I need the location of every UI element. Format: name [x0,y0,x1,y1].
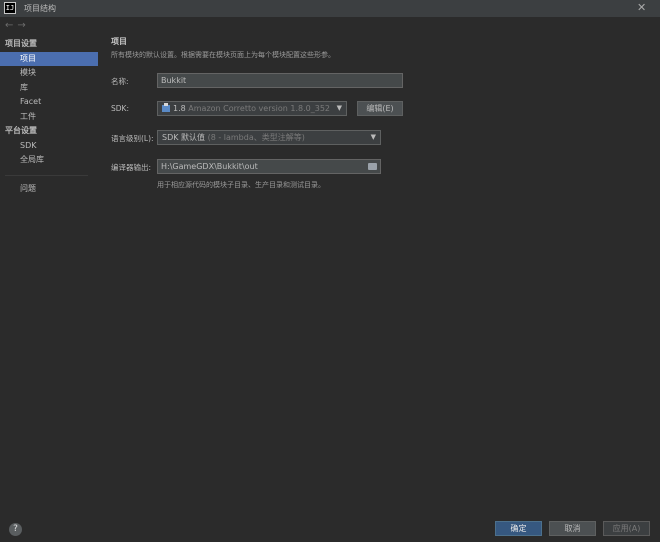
ok-button[interactable]: 确定 [495,521,542,536]
language-level-label: 语言级别(L): [111,134,154,143]
language-level-detail: (8 - lambda、类型注解等) [207,133,305,142]
navigation-arrows: ← → [5,20,30,31]
sidebar-item-artifacts[interactable]: 工件 [0,110,98,125]
compiler-output-path: H:\GameGDX\Bukkit\out [161,162,258,171]
help-icon[interactable]: ? [9,523,22,536]
sdk-folder-icon [162,103,170,112]
sidebar-divider [5,174,88,176]
chevron-down-icon: ▼ [336,104,342,112]
panel-description: 所有模块的默认设置。根据需要在模块页面上为每个模块配置这些形参。 [111,51,335,59]
sidebar: 项目设置 项目 模块 库 Facet 工件 平台设置 SDK 全局库 问题 [0,37,98,196]
folder-icon[interactable] [368,163,377,170]
sidebar-item-libraries[interactable]: 库 [0,81,98,96]
intellij-logo-icon: IJ [4,2,16,14]
cancel-button[interactable]: 取消 [549,521,596,536]
sidebar-item-global-libraries[interactable]: 全局库 [0,153,98,168]
language-level-dropdown[interactable]: SDK 默认值 (8 - lambda、类型注解等) ▼ [157,130,381,145]
name-label: 名称: [111,77,129,86]
sidebar-item-problems[interactable]: 问题 [0,182,98,197]
compiler-output-input[interactable]: H:\GameGDX\Bukkit\out [157,159,381,174]
sdk-dropdown[interactable]: 1.8 Amazon Corretto version 1.8.0_352 ▼ [157,101,347,116]
chevron-down-icon: ▼ [370,133,376,141]
sidebar-item-sdk[interactable]: SDK [0,139,98,154]
apply-button[interactable]: 应用(A) [603,521,650,536]
sdk-label: SDK: [111,104,129,113]
edit-sdk-button[interactable]: 编辑(E) [357,101,403,116]
title-bar: IJ 项目结构 ✕ [0,0,660,17]
window-title: 项目结构 [24,4,56,13]
sdk-detail: Amazon Corretto version 1.8.0_352 [188,104,330,113]
language-level-value: SDK 默认值 [162,133,206,142]
project-name-input[interactable]: Bukkit [157,73,403,88]
panel-title: 项目 [111,37,127,46]
back-arrow-icon[interactable]: ← [5,20,13,31]
close-icon[interactable]: ✕ [637,1,646,14]
sidebar-item-facet[interactable]: Facet [0,95,98,110]
compiler-output-label: 编译器输出: [111,163,152,172]
forward-arrow-icon[interactable]: → [17,20,25,31]
sidebar-item-modules[interactable]: 模块 [0,66,98,81]
compiler-output-hint: 用于相应源代码的模块子目录、生产目录和测试目录。 [157,181,325,189]
sidebar-section-project-settings: 项目设置 [5,39,37,48]
sdk-version: 1.8 [173,104,186,113]
sidebar-section-platform-settings: 平台设置 [5,126,37,135]
sidebar-item-project[interactable]: 项目 [0,51,98,66]
